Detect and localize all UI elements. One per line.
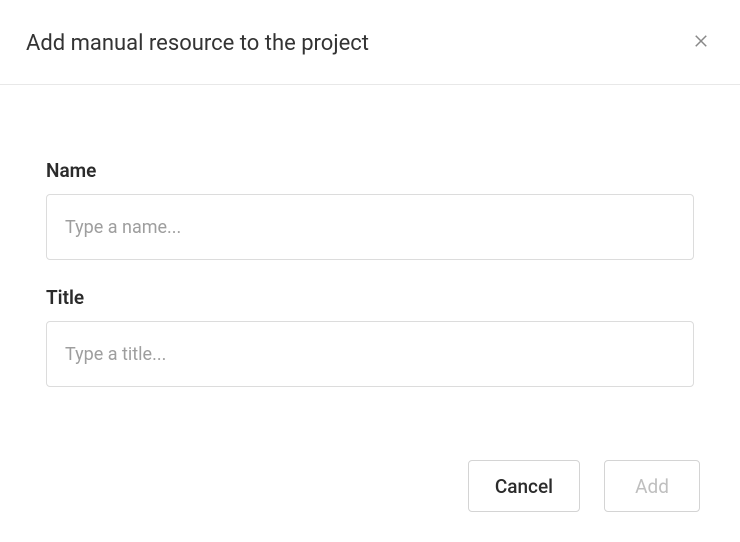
dialog-header: Add manual resource to the project [0,0,740,85]
title-label: Title [46,286,694,309]
dialog-footer: Cancel Add [468,460,700,512]
dialog-add-manual-resource: Add manual resource to the project Name … [0,0,740,542]
dialog-title: Add manual resource to the project [26,31,369,56]
dialog-body: Name Title [0,85,740,387]
close-icon [692,32,710,54]
cancel-button[interactable]: Cancel [468,460,580,512]
name-input[interactable] [46,194,694,260]
field-title: Title [46,286,694,387]
close-button[interactable] [688,28,714,58]
field-name: Name [46,159,694,260]
title-input[interactable] [46,321,694,387]
add-button[interactable]: Add [604,460,700,512]
name-label: Name [46,159,694,182]
